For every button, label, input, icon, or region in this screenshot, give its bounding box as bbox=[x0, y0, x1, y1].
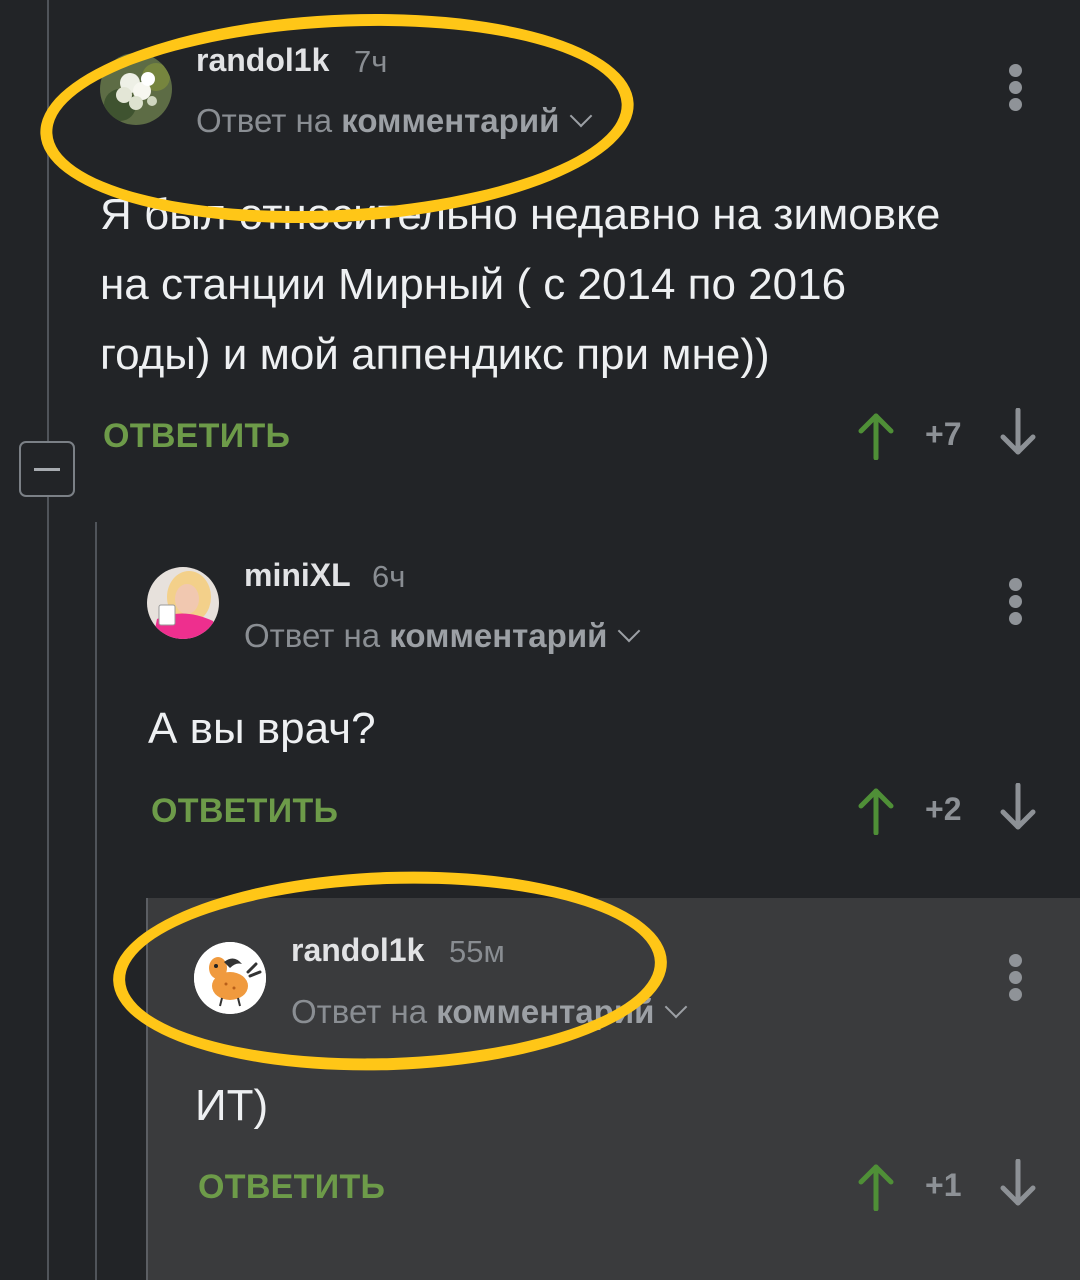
comment-body: ИТ) bbox=[195, 1071, 1035, 1141]
reply-to-link[interactable]: Ответ на комментарий bbox=[291, 993, 688, 1031]
reply-to-prefix: Ответ на bbox=[291, 993, 428, 1030]
arrow-down-icon bbox=[1000, 1158, 1036, 1206]
comment-body-line: ИТ) bbox=[195, 1081, 269, 1130]
more-options-button[interactable] bbox=[1004, 954, 1028, 1004]
cartoon-horse-avatar[interactable] bbox=[194, 942, 266, 1014]
downvote-button[interactable] bbox=[998, 1158, 1038, 1209]
comment-time: 55м bbox=[449, 934, 505, 969]
chevron-down-icon bbox=[665, 995, 688, 1019]
reply-button[interactable]: ОТВЕТИТЬ bbox=[198, 1168, 385, 1207]
dot bbox=[1009, 954, 1022, 967]
cartoon-horse-image bbox=[194, 942, 266, 1014]
reply-to-target: комментарий bbox=[436, 993, 655, 1030]
username[interactable]: randol1k bbox=[291, 932, 424, 969]
upvote-button[interactable] bbox=[856, 1161, 896, 1212]
comment-3: randol1k 55м Ответ на комментарий ИТ) ОТ… bbox=[0, 0, 1080, 1280]
vote-score: +1 bbox=[925, 1167, 962, 1203]
arrow-up-icon bbox=[858, 1164, 894, 1212]
dot bbox=[1009, 971, 1022, 984]
dot bbox=[1009, 988, 1022, 1001]
